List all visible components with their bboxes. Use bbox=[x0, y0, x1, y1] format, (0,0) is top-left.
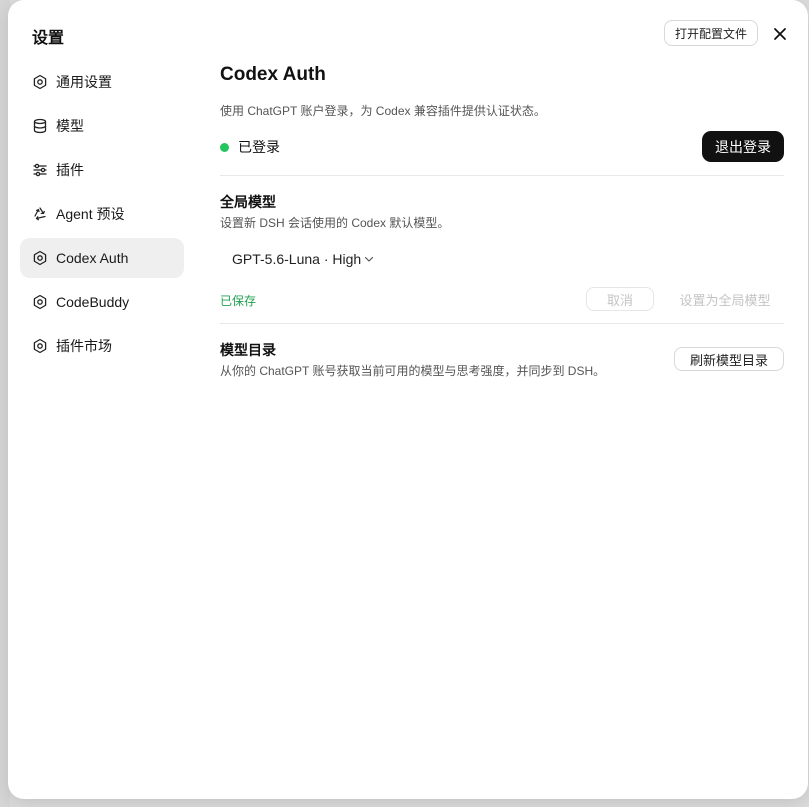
gear-icon bbox=[32, 294, 48, 310]
global-model-description: 设置新 DSH 会话使用的 Codex 默认模型。 bbox=[220, 216, 450, 230]
sidebar-item-label: 插件 bbox=[56, 162, 84, 178]
login-status-row: 已登录 退出登录 bbox=[220, 131, 784, 163]
settings-dialog: 设置 打开配置文件 通用设置 模型 插件 Agent 预设 Codex Auth… bbox=[8, 0, 808, 799]
set-global-model-button[interactable]: 设置为全局模型 bbox=[666, 287, 784, 311]
sidebar-item-label: Agent 预设 bbox=[56, 206, 125, 222]
sidebar-item-models[interactable]: 模型 bbox=[20, 106, 184, 146]
gear-icon bbox=[32, 250, 48, 266]
sidebar-item-agent-presets[interactable]: Agent 预设 bbox=[20, 194, 184, 234]
sidebar-item-label: 通用设置 bbox=[56, 74, 112, 90]
status-text: 已登录 bbox=[238, 139, 280, 155]
page-description: 使用 ChatGPT 账户登录，为 Codex 兼容插件提供认证状态。 bbox=[220, 104, 546, 118]
sidebar-item-codex-auth[interactable]: Codex Auth bbox=[20, 238, 184, 278]
model-select-value: GPT-5.6-Luna · High bbox=[232, 251, 362, 267]
divider bbox=[220, 323, 784, 324]
model-select[interactable]: GPT-5.6-Luna · High bbox=[220, 246, 387, 272]
sidebar-item-label: 插件市场 bbox=[56, 338, 112, 354]
recycle-icon bbox=[32, 206, 48, 222]
model-catalog-description: 从你的 ChatGPT 账号获取当前可用的模型与思考强度，并同步到 DSH。 bbox=[220, 364, 606, 378]
sidebar-item-label: CodeBuddy bbox=[56, 294, 130, 310]
sidebar-item-codebuddy[interactable]: CodeBuddy bbox=[20, 282, 184, 322]
logout-button[interactable]: 退出登录 bbox=[702, 131, 784, 162]
sidebar-item-label: Codex Auth bbox=[56, 250, 129, 266]
sidebar-item-plugin-market[interactable]: 插件市场 bbox=[20, 326, 184, 366]
refresh-catalog-button[interactable]: 刷新模型目录 bbox=[674, 347, 784, 371]
model-catalog-title: 模型目录 bbox=[220, 342, 276, 358]
gear-icon bbox=[32, 338, 48, 354]
sidebar-item-general[interactable]: 通用设置 bbox=[20, 62, 184, 102]
sidebar-item-label: 模型 bbox=[56, 118, 84, 134]
dialog-title: 设置 bbox=[32, 30, 65, 47]
global-model-title: 全局模型 bbox=[220, 194, 276, 210]
page-title: Codex Auth bbox=[220, 64, 326, 85]
open-config-button[interactable]: 打开配置文件 bbox=[664, 20, 758, 46]
status-dot bbox=[220, 142, 229, 152]
chevron-down-icon bbox=[363, 253, 375, 265]
divider bbox=[220, 175, 784, 176]
gear-icon bbox=[32, 74, 48, 90]
database-icon bbox=[32, 118, 48, 134]
sliders-icon bbox=[32, 162, 48, 178]
saved-status: 已保存 bbox=[220, 294, 257, 308]
cancel-button[interactable]: 取消 bbox=[586, 287, 654, 311]
sidebar-item-plugins[interactable]: 插件 bbox=[20, 150, 184, 190]
settings-sidebar: 通用设置 模型 插件 Agent 预设 Codex Auth CodeBuddy… bbox=[20, 62, 184, 370]
close-button[interactable] bbox=[770, 24, 790, 44]
close-icon bbox=[773, 27, 787, 41]
